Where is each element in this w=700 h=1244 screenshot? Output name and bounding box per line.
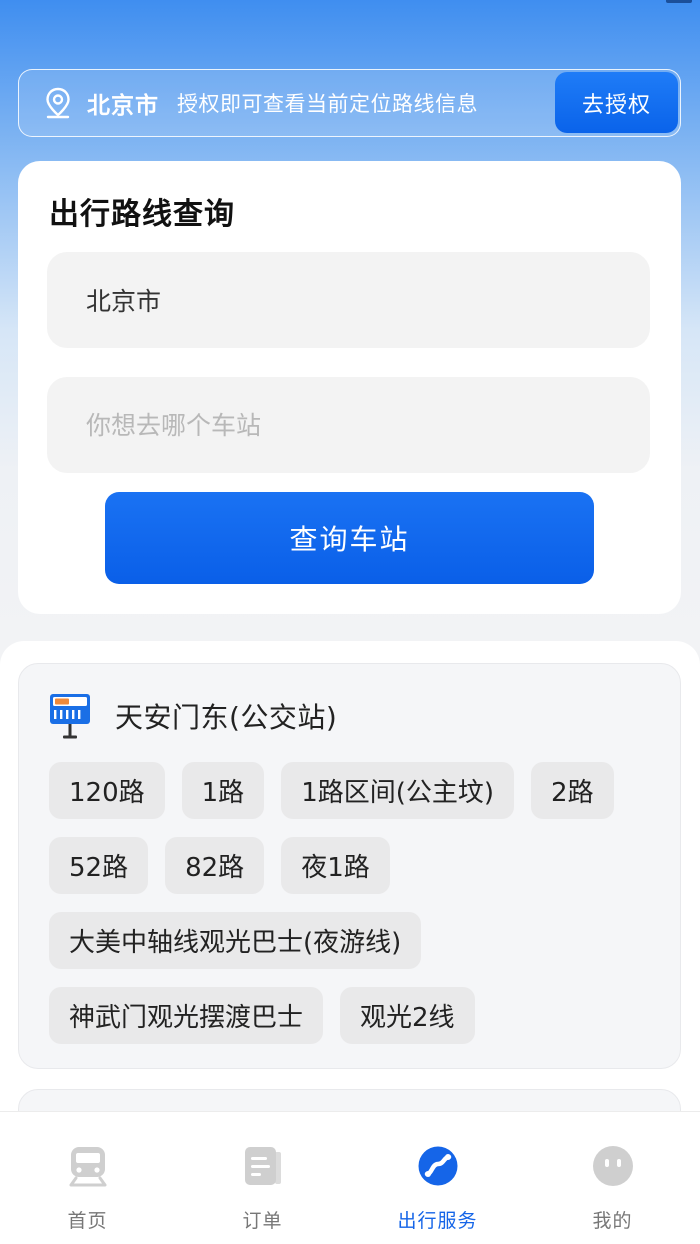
station-search-input[interactable]	[47, 377, 650, 473]
station-name: 天安门东(公交站)	[115, 701, 338, 734]
tab-label: 首页	[67, 1210, 108, 1232]
authorize-location-button[interactable]: 去授权	[555, 72, 678, 133]
tab-profile[interactable]: 我的	[525, 1112, 700, 1244]
order-doc-icon	[244, 1147, 281, 1185]
location-auth-tip: 授权即可查看当前定位路线信息	[177, 92, 478, 116]
travel-service-page: 北京市 授权即可查看当前定位路线信息 去授权 出行路线查询 查询车站	[0, 0, 700, 1244]
tab-label: 订单	[242, 1210, 283, 1232]
tab-orders[interactable]: 订单	[175, 1112, 350, 1244]
location-pin-icon	[46, 87, 70, 119]
tab-label: 我的	[592, 1210, 633, 1232]
location-banner: 北京市 授权即可查看当前定位路线信息 去授权	[18, 69, 681, 137]
city-input[interactable]	[47, 252, 650, 348]
route-chip[interactable]: 2路	[531, 762, 614, 819]
route-chip[interactable]: 1路	[181, 762, 265, 819]
tab-home[interactable]: 首页	[0, 1112, 175, 1244]
station-header: 天安门东(公交站)	[49, 692, 337, 740]
route-chip[interactable]: 52路	[49, 837, 149, 894]
route-chip[interactable]: 神武门观光摆渡巴士	[49, 987, 324, 1044]
status-bar-indicator	[666, 0, 692, 3]
station-card[interactable]: 天安门东(公交站) 120路 1路 1路区间(公主坟) 2路 52路 82路 夜…	[18, 663, 681, 1069]
current-city: 北京市	[87, 93, 159, 119]
route-chip[interactable]: 夜1路	[281, 837, 390, 894]
tab-travel-service[interactable]: 出行服务	[350, 1112, 525, 1244]
route-chip[interactable]: 1路区间(公主坟)	[281, 762, 515, 819]
route-chip[interactable]: 82路	[165, 837, 265, 894]
route-query-card: 出行路线查询 查询车站	[18, 161, 681, 614]
profile-face-icon	[592, 1146, 633, 1186]
travel-service-icon	[418, 1146, 457, 1186]
query-station-button[interactable]: 查询车站	[105, 492, 594, 584]
train-icon	[69, 1147, 106, 1187]
bottom-tab-bar: 首页 订单 出行服务 我的	[0, 1111, 700, 1244]
route-chip[interactable]: 120路	[49, 762, 165, 819]
tab-label: 出行服务	[397, 1210, 478, 1232]
bus-stop-sign-icon	[50, 694, 90, 739]
route-list: 120路 1路 1路区间(公主坟) 2路 52路 82路 夜1路 大美中轴线观光…	[49, 762, 669, 1044]
query-title: 出行路线查询	[49, 197, 235, 232]
route-chip[interactable]: 大美中轴线观光巴士(夜游线)	[49, 912, 422, 969]
route-chip[interactable]: 观光2线	[340, 987, 475, 1044]
